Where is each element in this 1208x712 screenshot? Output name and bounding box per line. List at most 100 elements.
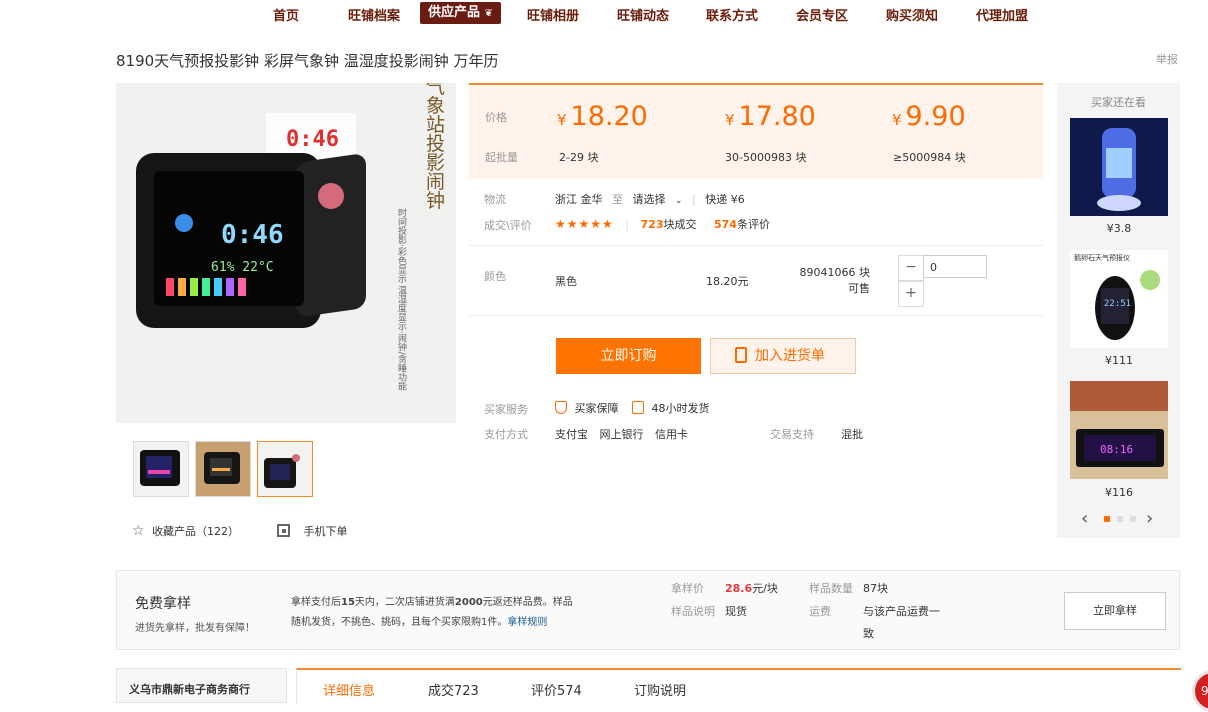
buyer-guarantee[interactable]: 买家保障 <box>575 402 619 415</box>
ship-to-word: 至 <box>612 193 623 206</box>
tab-deals[interactable]: 成交723 <box>428 680 479 699</box>
price-value: 9.90 <box>905 101 966 132</box>
item-caption: 鹅卵石天气预报仪 <box>1074 253 1130 262</box>
item-screen: 08:16 <box>1100 443 1133 456</box>
qty-input[interactable]: 0 <box>923 255 987 278</box>
carousel-prev-icon[interactable]: ‹ <box>1081 508 1088 529</box>
divider-line <box>469 315 1043 316</box>
sample-rule-link[interactable]: 拿样规则 <box>507 617 547 628</box>
thumbnail-3-selected[interactable] <box>257 441 313 497</box>
detail-tabs: 详细信息 成交723 评价574 订购说明 <box>296 668 1181 705</box>
payment-methods: 支付宝 网上银行 信用卡 <box>555 426 688 442</box>
recommend-price: ¥116 <box>1105 486 1133 499</box>
price-value: 18.20 <box>570 101 648 132</box>
min-qty-label: 起批量 <box>485 151 518 164</box>
sku-stock: 89041066 块可售 <box>799 266 871 295</box>
ship-48h[interactable]: 48小时发货 <box>652 402 710 415</box>
price-box: 价格 起批量 ¥18.20 ¥17.80 ¥9.90 2-29 块 30-500… <box>469 83 1043 179</box>
carousel-dot[interactable] <box>1130 516 1136 522</box>
image-side-text: 时间投影·彩色显示 温湿度显示·闹钟/贪睡功能 <box>396 207 407 392</box>
nav-agency[interactable]: 代理加盟 <box>976 5 1028 24</box>
favorite-product[interactable]: ☆ 收藏产品（122） <box>132 523 239 539</box>
shop-name[interactable]: 义乌市鼎新电子商务商行 <box>129 681 250 697</box>
divider-line <box>469 245 1043 246</box>
service-items: 买家保障 48小时发货 <box>555 400 710 416</box>
range-tier-3: ≥5000984 块 <box>893 151 966 164</box>
sample-note-value: 现货 <box>725 605 747 618</box>
sample-note-label: 样品说明 <box>671 605 715 618</box>
nav-shop-profile[interactable]: 旺铺档案 <box>348 5 400 24</box>
trade-support-label: 交易支持 <box>770 428 814 441</box>
sample-freight-label: 运费 <box>809 605 831 618</box>
mobile-order[interactable]: 手机下单 <box>277 523 348 539</box>
image-caption: 气象站投影闹钟 <box>423 83 445 210</box>
sample-price: 28.6元/块 <box>725 580 778 596</box>
carousel-next-icon[interactable]: › <box>1146 508 1153 529</box>
projected-time: 0:46 <box>286 127 339 152</box>
price-tier-1: ¥18.20 <box>557 101 648 132</box>
carousel-dot-active[interactable] <box>1104 516 1110 522</box>
deals-count[interactable]: 723 <box>641 218 664 231</box>
nav-home[interactable]: 首页 <box>273 5 299 24</box>
pay-method: 网上银行 <box>599 428 644 441</box>
chevron-down-icon: ⌄ <box>675 196 683 206</box>
sample-description: 拿样支付后15天内，二次店铺进货满2000元返还样品费。样品 随机发货，不挑色、… <box>291 593 611 633</box>
shop-name-box: 义乌市鼎新电子商务商行 <box>116 668 287 703</box>
express-fee: 快递 ¥6 <box>705 193 745 206</box>
currency-symbol: ¥ <box>557 111 567 129</box>
add-to-cart-button[interactable]: 加入进货单 <box>710 338 856 374</box>
recommend-item-image[interactable]: 08:16 <box>1070 381 1168 479</box>
desc-text: 随机发货，不挑色、挑码，且每个买家限购1件。 <box>291 617 508 628</box>
tab-reviews[interactable]: 评价574 <box>531 680 582 699</box>
review-row: ★★★★★ | 723块成交 574条评价 <box>555 216 770 232</box>
buy-now-button[interactable]: 立即订购 <box>556 338 701 374</box>
sample-qty-value: 87块 <box>863 582 888 595</box>
tab-order-notes[interactable]: 订购说明 <box>634 680 686 699</box>
desc-text: 元返还样品费。样品 <box>482 597 573 608</box>
nav-album[interactable]: 旺铺相册 <box>527 5 579 24</box>
reviews-count[interactable]: 574 <box>714 218 737 231</box>
qrcode-icon <box>277 524 290 537</box>
report-link[interactable]: 举报 <box>1156 51 1178 67</box>
recommend-item-image[interactable]: 鹅卵石天气预报仪 22:51 <box>1070 250 1168 348</box>
divider: | <box>692 193 696 206</box>
destination-select[interactable]: 请选择 ⌄ <box>633 193 683 206</box>
sample-price-unit: 元/块 <box>752 582 778 595</box>
desc-days: 15 <box>341 597 355 608</box>
sample-subtitle: 进货先拿样，批发有保障！ <box>135 623 255 634</box>
range-tier-1: 2-29 块 <box>559 151 599 164</box>
free-sample-bar: 免费拿样 进货先拿样，批发有保障！ 拿样支付后15天内，二次店铺进货满2000元… <box>116 570 1180 650</box>
desc-amount: 2000 <box>454 597 483 608</box>
nav-contact[interactable]: 联系方式 <box>706 5 758 24</box>
deals-text: 块成交 <box>663 218 697 231</box>
service-label: 买家服务 <box>484 403 528 416</box>
item-screen: 22:51 <box>1104 299 1131 309</box>
recommend-item-image[interactable] <box>1070 118 1168 216</box>
qty-minus-button[interactable]: − <box>898 255 924 281</box>
nav-member[interactable]: 会员专区 <box>796 5 848 24</box>
thumbnail-2[interactable] <box>195 441 251 497</box>
recommend-title: 买家还在看 <box>1091 96 1146 109</box>
destination-select-label: 请选择 <box>632 193 666 206</box>
carousel-dot[interactable] <box>1117 516 1123 522</box>
star-outline-icon: ☆ <box>132 523 145 539</box>
thumbnail-1[interactable] <box>133 441 189 497</box>
currency-symbol: ¥ <box>725 111 735 129</box>
reviews-text: 条评价 <box>736 218 770 231</box>
logistics-label: 物流 <box>484 193 506 206</box>
main-product-image[interactable]: 0:46 0:46 61% 22°C 气象站投影闹钟 时间投影·彩色显示 温湿度… <box>116 83 456 423</box>
price-label: 价格 <box>485 111 507 124</box>
tab-details[interactable]: 详细信息 <box>323 680 375 699</box>
get-sample-button[interactable]: 立即拿样 <box>1064 592 1166 630</box>
nav-purchase-notice[interactable]: 购买须知 <box>886 5 938 24</box>
nav-products[interactable]: 供应产品 ❦ <box>420 2 501 24</box>
trade-support-value: 混批 <box>841 428 863 441</box>
nav-news[interactable]: 旺铺动态 <box>617 5 669 24</box>
screen-temp: 61% 22°C <box>211 260 274 275</box>
recommend-price: ¥3.8 <box>1106 222 1132 235</box>
sample-price-value: 28.6 <box>725 582 753 595</box>
desc-text: 拿样支付后 <box>291 597 341 608</box>
qty-plus-button[interactable]: + <box>898 281 924 307</box>
pay-method: 信用卡 <box>655 428 688 441</box>
floating-badge[interactable]: 9 <box>1192 670 1208 712</box>
